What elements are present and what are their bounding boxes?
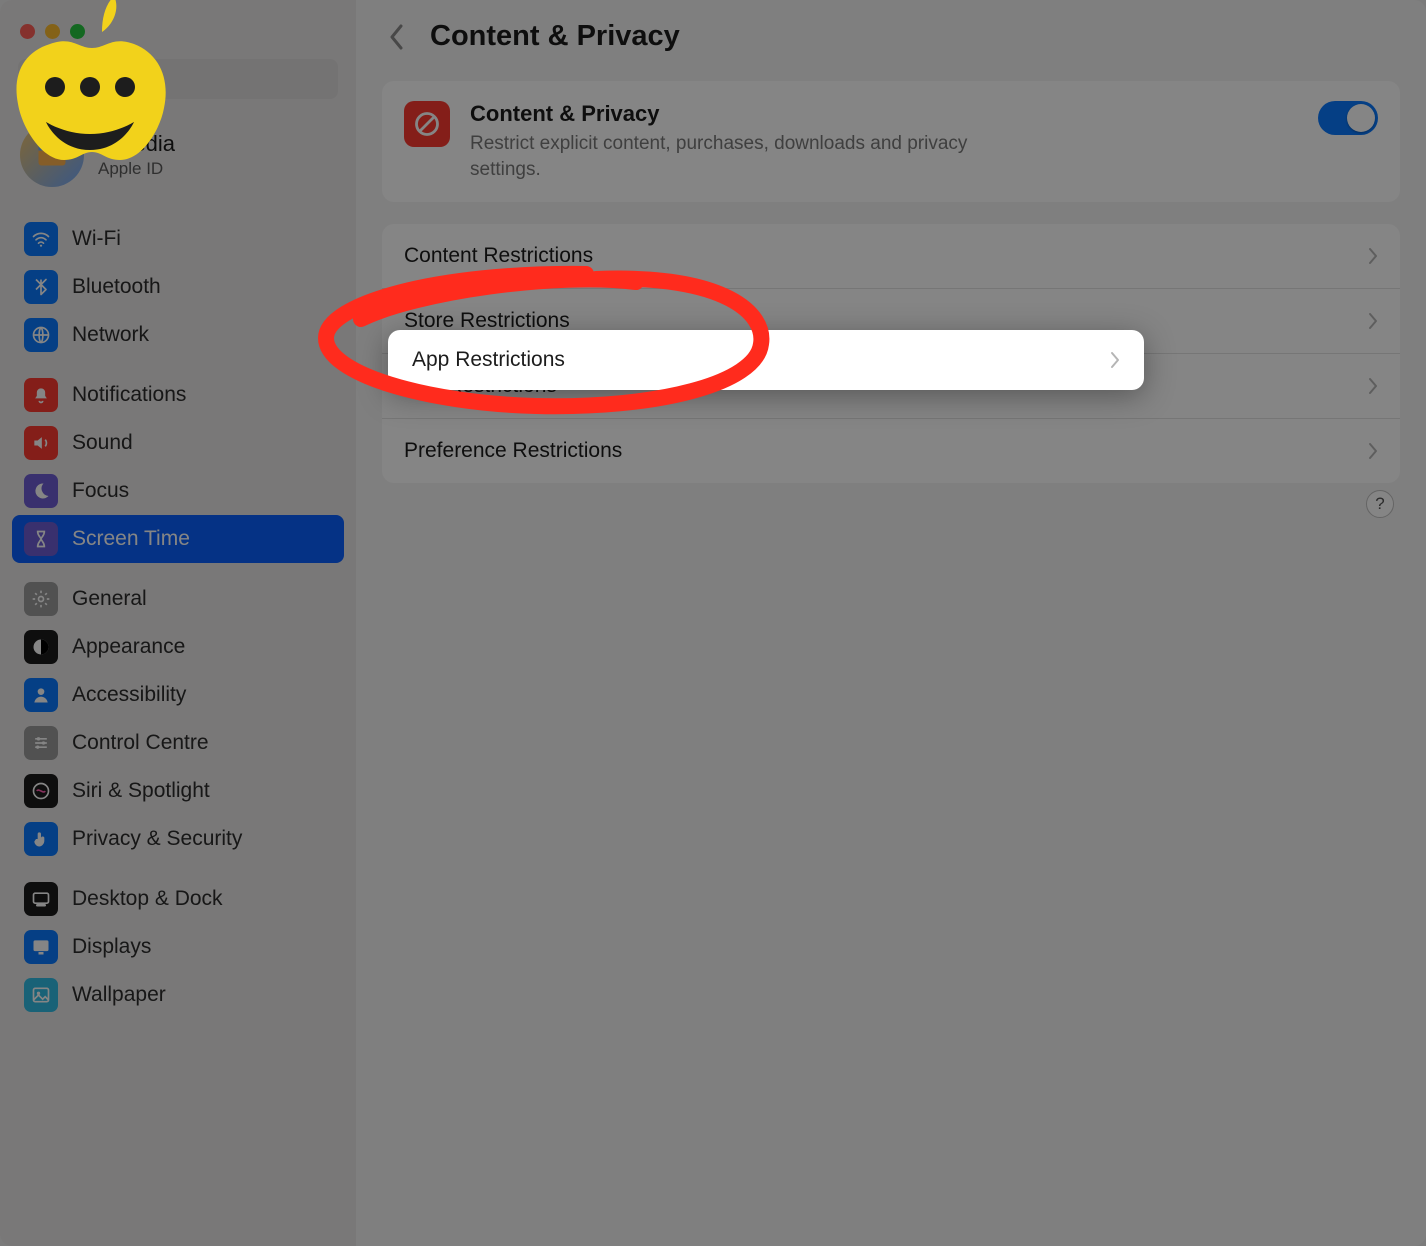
- account-sub: Apple ID: [98, 159, 175, 179]
- row-label: Store Restrictions: [404, 309, 570, 333]
- sidebar-item-label: Network: [72, 323, 149, 347]
- row-content-restrictions[interactable]: Content Restrictions: [382, 224, 1400, 288]
- sidebar-item-label: Notifications: [72, 383, 186, 407]
- dock-icon: [24, 882, 58, 916]
- main-panel: Content & Privacy Content & Privacy Rest…: [356, 0, 1426, 1246]
- appearance-icon: [24, 630, 58, 664]
- display-icon: [24, 930, 58, 964]
- person-icon: [24, 678, 58, 712]
- sidebar-item-label: Appearance: [72, 635, 185, 659]
- sidebar-item-label: Control Centre: [72, 731, 209, 755]
- wallpaper-icon: [24, 978, 58, 1012]
- sidebar-item-label: Focus: [72, 479, 129, 503]
- hourglass-icon: [24, 522, 58, 556]
- sidebar-item-sound[interactable]: Sound: [12, 419, 344, 467]
- window-controls: [0, 12, 356, 53]
- sidebar-item-bluetooth[interactable]: Bluetooth: [12, 263, 344, 311]
- intro-card: Content & Privacy Restrict explicit cont…: [382, 81, 1400, 202]
- search-icon: [30, 70, 48, 88]
- chevron-right-icon: [1368, 312, 1378, 330]
- sidebar-item-screen-time[interactable]: Screen Time: [12, 515, 344, 563]
- sidebar-item-label: General: [72, 587, 147, 611]
- moon-icon: [24, 474, 58, 508]
- intro-title: Content & Privacy: [470, 101, 1030, 127]
- sidebar-item-notifications[interactable]: Notifications: [12, 371, 344, 419]
- intro-desc: Restrict explicit content, purchases, do…: [470, 131, 1030, 182]
- row-label: Content Restrictions: [404, 244, 593, 268]
- sidebar-item-network[interactable]: Network: [12, 311, 344, 359]
- sidebar-item-label: Wi-Fi: [72, 227, 121, 251]
- sidebar-item-displays[interactable]: Displays: [12, 923, 344, 971]
- chevron-left-icon: [389, 24, 405, 50]
- account-row[interactable]: s Media Apple ID: [0, 117, 356, 209]
- sidebar-item-wi-fi[interactable]: Wi-Fi: [12, 215, 344, 263]
- search-input[interactable]: Search: [18, 59, 338, 99]
- sidebar-item-wallpaper[interactable]: Wallpaper: [12, 971, 344, 1019]
- sliders-icon: [24, 726, 58, 760]
- bluetooth-icon: [24, 270, 58, 304]
- sidebar-group-system: General Appearance Accessibility Control Ce…: [0, 569, 356, 869]
- restrictions-list: Content Restrictions Store Restrictions Ap…: [382, 224, 1400, 483]
- chevron-right-icon: [1368, 442, 1378, 460]
- row-store-restrictions[interactable]: Store Restrictions: [382, 288, 1400, 353]
- avatar: [20, 123, 84, 187]
- sidebar-item-label: Bluetooth: [72, 275, 161, 299]
- fullscreen-window-button[interactable]: [70, 24, 85, 39]
- restrict-icon: [404, 101, 450, 147]
- row-app-restrictions[interactable]: App Restrictions: [382, 353, 1400, 418]
- sidebar-item-label: Sound: [72, 431, 133, 455]
- page-title: Content & Privacy: [430, 20, 680, 53]
- sidebar-item-label: Displays: [72, 935, 151, 959]
- sidebar-item-label: Siri & Spotlight: [72, 779, 210, 803]
- sidebar-item-appearance[interactable]: Appearance: [12, 623, 344, 671]
- sidebar-item-label: Desktop & Dock: [72, 887, 223, 911]
- row-label: App Restrictions: [404, 374, 557, 398]
- help-button[interactable]: ?: [1366, 490, 1394, 518]
- sidebar-group-network: Wi-Fi Bluetooth Network: [0, 209, 356, 365]
- close-window-button[interactable]: [20, 24, 35, 39]
- sidebar-item-desktop-dock[interactable]: Desktop & Dock: [12, 875, 344, 923]
- gear-icon: [24, 582, 58, 616]
- hand-icon: [24, 822, 58, 856]
- sidebar-item-privacy-security[interactable]: Privacy & Security: [12, 815, 344, 863]
- sidebar-item-label: Privacy & Security: [72, 827, 242, 851]
- bell-icon: [24, 378, 58, 412]
- account-name: s Media: [98, 131, 175, 157]
- search-placeholder: Search: [56, 69, 113, 90]
- siri-icon: [24, 774, 58, 808]
- help-label: ?: [1375, 494, 1384, 514]
- wifi-icon: [24, 222, 58, 256]
- chevron-right-icon: [1368, 247, 1378, 265]
- chevron-right-icon: [1368, 377, 1378, 395]
- speaker-icon: [24, 426, 58, 460]
- row-label: Preference Restrictions: [404, 439, 622, 463]
- content-privacy-toggle[interactable]: [1318, 101, 1378, 135]
- sidebar-item-label: Wallpaper: [72, 983, 166, 1007]
- sidebar-item-label: Screen Time: [72, 527, 190, 551]
- back-button[interactable]: [382, 22, 412, 52]
- sidebar-item-siri-spotlight[interactable]: Siri & Spotlight: [12, 767, 344, 815]
- sidebar-item-accessibility[interactable]: Accessibility: [12, 671, 344, 719]
- sidebar: Search s Media Apple ID Wi-Fi Bluetooth Ne…: [0, 0, 356, 1246]
- row-preference-restrictions[interactable]: Preference Restrictions: [382, 418, 1400, 483]
- sidebar-group-alerts: Notifications Sound Focus Screen Time: [0, 365, 356, 569]
- globe-icon: [24, 318, 58, 352]
- header: Content & Privacy: [382, 20, 1400, 53]
- sidebar-item-label: Accessibility: [72, 683, 186, 707]
- sidebar-item-control-centre[interactable]: Control Centre: [12, 719, 344, 767]
- sidebar-item-general[interactable]: General: [12, 575, 344, 623]
- minimize-window-button[interactable]: [45, 24, 60, 39]
- sidebar-group-display: Desktop & Dock Displays Wallpaper: [0, 869, 356, 1025]
- sidebar-item-focus[interactable]: Focus: [12, 467, 344, 515]
